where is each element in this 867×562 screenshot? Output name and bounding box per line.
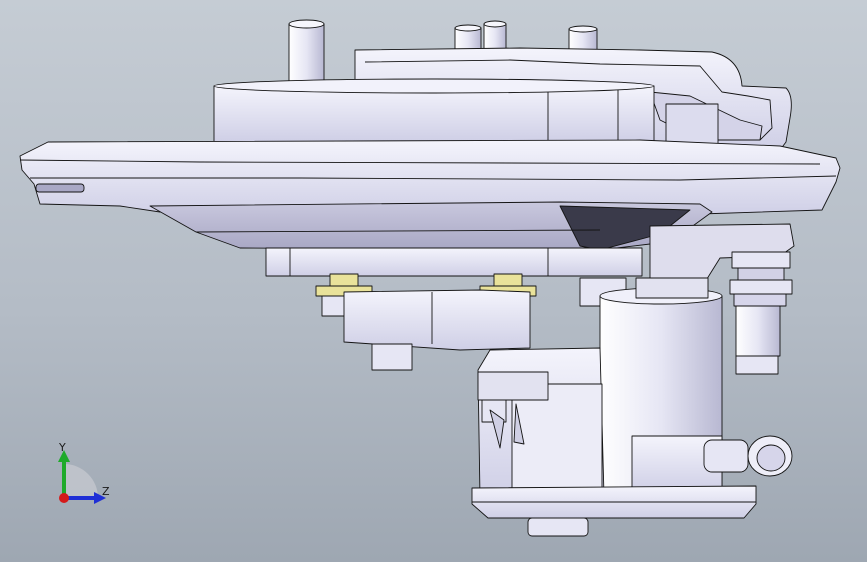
orientation-triad (58, 450, 106, 504)
x-axis-origin-icon (59, 493, 69, 503)
disc-housing (213, 78, 655, 143)
cad-model-render[interactable] (0, 0, 867, 562)
right-nut-stack (731, 251, 791, 269)
gearbox-clip (477, 371, 549, 401)
triad-z-label: Z (102, 485, 110, 498)
left-bracket (343, 289, 531, 351)
flange-slot (35, 183, 85, 193)
left-nut (371, 343, 413, 371)
connector-body (703, 439, 749, 473)
triad-y-label: Y (59, 441, 66, 454)
cad-graphics-viewport[interactable]: Y Z (0, 0, 867, 562)
bottom-stub (527, 517, 589, 537)
mounting-bar (265, 247, 643, 277)
side-block (665, 103, 719, 147)
plane-indicator-icon (64, 464, 98, 498)
motor-top-cap (635, 277, 709, 299)
gearbox-inner (511, 383, 603, 497)
